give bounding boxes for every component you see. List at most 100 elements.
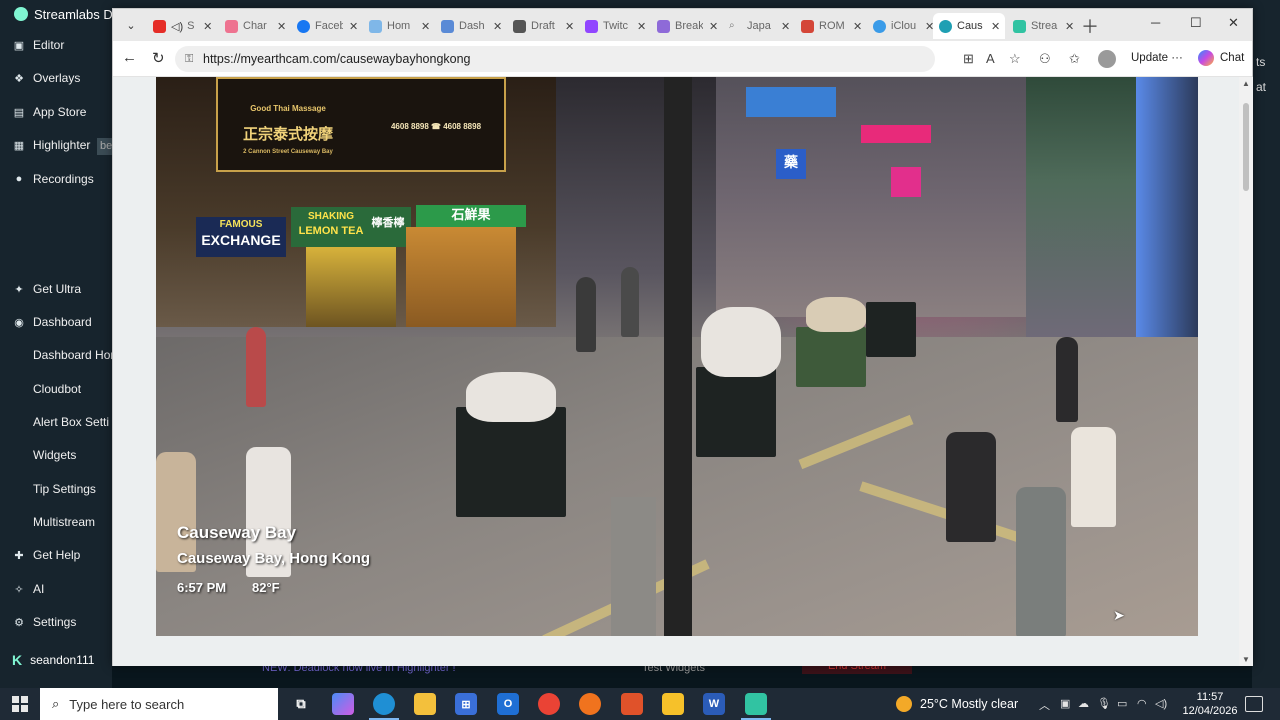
volume-icon[interactable]: ◁) [1155, 697, 1167, 710]
show-hidden-icons-chevron-icon[interactable]: ︿ [1039, 697, 1050, 713]
favorites-icon[interactable]: ✩ [1069, 51, 1080, 67]
wifi-icon[interactable]: ◠ [1137, 697, 1147, 710]
word-icon[interactable]: W [703, 693, 725, 715]
sidebar-item-ai[interactable]: ✧ AI [12, 582, 44, 596]
outlook-icon[interactable]: O [497, 693, 519, 715]
close-icon[interactable]: ✕ [421, 20, 430, 33]
address-bar[interactable]: ⚿ https://myearthcam.com/causewaybayhong… [175, 46, 935, 72]
edge-icon [939, 19, 952, 33]
back-arrow-icon[interactable]: ← [122, 49, 137, 66]
sidebar-item-editor[interactable]: ▣ Editor [12, 38, 65, 52]
sidebar-item-widgets[interactable]: Widgets [33, 448, 76, 462]
update-button[interactable]: Update ··· [1131, 52, 1183, 64]
close-window-icon[interactable]: ✕ [1228, 15, 1239, 31]
tab-drafts[interactable]: Draft ✕ [507, 13, 579, 39]
tab-home[interactable]: Hom ✕ [363, 13, 435, 39]
notifications-icon[interactable] [1245, 696, 1263, 712]
task-view-icon[interactable]: ⧉ [290, 693, 312, 715]
clock[interactable]: 11:57 12/04/2026 [1180, 690, 1240, 718]
new-tab-button[interactable]: ＋ [1081, 13, 1099, 39]
close-icon[interactable]: ✕ [709, 20, 718, 33]
sidebar-item-app-store[interactable]: ▤ App Store [12, 105, 87, 119]
close-icon[interactable]: ✕ [991, 20, 1000, 33]
close-icon[interactable]: ✕ [565, 20, 574, 33]
profile-avatar[interactable] [1098, 50, 1116, 68]
close-icon[interactable]: ✕ [493, 20, 502, 33]
favorite-star-icon[interactable]: ☆ [1009, 51, 1021, 67]
tab-japan-search[interactable]: ⌕ Japa ✕ [723, 13, 795, 39]
sticky-notes-icon[interactable] [662, 693, 684, 715]
tab-strip: ⌄ ◁) S ✕ Char ✕ Faceb ✕ Hom ✕ Dash ✕ Draft ✕ Tw… [113, 9, 1252, 41]
tab-youtube[interactable]: ◁) S ✕ [147, 13, 215, 39]
windows-start-icon[interactable] [12, 696, 28, 712]
battery-icon[interactable]: ▭ [1117, 697, 1127, 710]
sidebar-item-dashboard[interactable]: ◉ Dashboard [12, 315, 92, 329]
tab-causeway-bay[interactable]: Caus ✕ [933, 13, 1005, 39]
streamlabs-icon[interactable] [741, 693, 771, 720]
extensions-icon[interactable]: ⚇ [1039, 51, 1051, 67]
site-info-icon[interactable]: ⚿ [185, 46, 193, 72]
copilot-icon[interactable] [332, 693, 354, 715]
app-icon[interactable] [621, 693, 643, 715]
file-explorer-icon[interactable] [414, 693, 436, 715]
tab-charts[interactable]: Char ✕ [219, 13, 291, 39]
sidebar-item-recordings[interactable]: ● Recordings [12, 172, 94, 186]
page-scrollbar[interactable]: ▲ ▼ [1239, 77, 1253, 666]
sign-text: SHAKING [307, 211, 355, 222]
right-panel-label: ts [1256, 55, 1266, 69]
close-icon[interactable]: ✕ [637, 20, 646, 33]
close-icon[interactable]: ✕ [1065, 20, 1074, 33]
sidebar-item-highlighter[interactable]: ▦ Highlighter [12, 138, 91, 152]
sidebar-item-get-help[interactable]: ✚ Get Help [12, 548, 80, 562]
tab-icloud[interactable]: iClou ✕ [867, 13, 939, 39]
chrome-icon[interactable] [538, 693, 560, 715]
sidebar-item-multistream[interactable]: Multistream [33, 515, 95, 529]
microphone-icon[interactable]: 🎙 [1097, 697, 1111, 710]
more-icon[interactable]: ··· [1171, 52, 1183, 64]
streamlabs-icon [1013, 19, 1026, 33]
sidebar-item-settings[interactable]: ⚙ Settings [12, 615, 76, 629]
close-icon[interactable]: ✕ [203, 20, 212, 33]
user-account[interactable]: K seandon111 [12, 652, 94, 668]
sidebar-item-overlays[interactable]: ❖ Overlays [12, 71, 80, 85]
close-icon[interactable]: ✕ [349, 20, 358, 33]
close-icon[interactable]: ✕ [781, 20, 790, 33]
speaker-icon: ◁) [171, 20, 184, 33]
tab-gmail[interactable]: ROM ✕ [795, 13, 867, 39]
copilot-chat-button[interactable]: Chat [1198, 50, 1244, 66]
tab-streamlabs[interactable]: Strea ✕ [1007, 13, 1079, 39]
scroll-up-icon[interactable]: ▲ [1242, 79, 1250, 88]
onedrive-icon[interactable]: ☁ [1078, 697, 1089, 710]
sidebar-item-dashboard-home[interactable]: Dashboard Hom [33, 348, 120, 362]
tab-actions-chevron-icon[interactable]: ⌄ [119, 14, 143, 36]
minimize-icon[interactable]: ─ [1151, 15, 1160, 30]
scrollbar-thumb[interactable] [1243, 103, 1249, 191]
neon-sign [891, 167, 921, 197]
taskbar-search[interactable]: ⌕ Type here to search [40, 688, 278, 720]
scroll-down-icon[interactable]: ▼ [1242, 655, 1250, 664]
microsoft-store-icon[interactable]: ⊞ [455, 693, 477, 715]
tab-dashboard[interactable]: Dash ✕ [435, 13, 507, 39]
firefox-icon[interactable] [579, 693, 601, 715]
close-icon[interactable]: ✕ [853, 20, 862, 33]
webcam-video[interactable]: Good Thai Massage 正宗泰式按摩 2 Cannon Street… [156, 77, 1198, 636]
edge-icon[interactable] [369, 693, 399, 720]
site-favicon-icon [369, 19, 382, 33]
tab-facebook[interactable]: Faceb ✕ [291, 13, 363, 39]
read-aloud-icon[interactable]: A [986, 51, 995, 66]
overlays-icon: ❖ [14, 72, 24, 85]
tab-twitch[interactable]: Twitc ✕ [579, 13, 651, 39]
recordings-icon: ● [15, 173, 23, 185]
tab-break[interactable]: Break ✕ [651, 13, 723, 39]
app-available-icon[interactable]: ⊞ [963, 51, 974, 67]
sidebar-item-get-ultra[interactable]: ✦ Get Ultra [12, 282, 81, 296]
tray-app-icon[interactable]: ▣ [1060, 697, 1070, 710]
sidebar-item-cloudbot[interactable]: Cloudbot [33, 382, 81, 396]
weather-widget[interactable]: 25°C Mostly clear [896, 688, 1018, 720]
help-icon: ✚ [14, 549, 24, 562]
close-icon[interactable]: ✕ [277, 20, 286, 33]
refresh-icon[interactable]: ↻ [152, 49, 165, 67]
sidebar-item-alert-box[interactable]: Alert Box Setti [33, 415, 109, 429]
maximize-icon[interactable]: ☐ [1190, 15, 1202, 31]
sidebar-item-tip-settings[interactable]: Tip Settings [33, 482, 96, 496]
